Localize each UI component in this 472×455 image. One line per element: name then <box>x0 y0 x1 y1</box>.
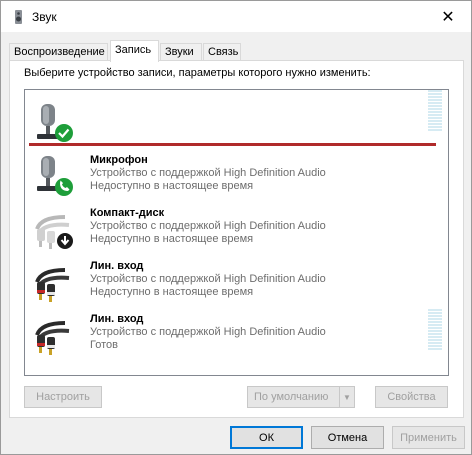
sound-dialog: Звук ✕ Воспроизведение Запись Звуки Связ… <box>0 0 472 455</box>
title-bar: Звук ✕ <box>1 1 471 32</box>
tab-recording[interactable]: Запись <box>110 40 159 62</box>
default-check-icon <box>55 124 73 142</box>
device-description: Устройство с поддержкой High Definition … <box>90 220 326 232</box>
set-default-button[interactable]: По умолчанию ▼ <box>247 386 355 408</box>
microphone-icon <box>37 104 73 142</box>
device-description: Устройство с поддержкой High Definition … <box>90 273 326 285</box>
device-item-microphone[interactable]: Микрофон Устройство с поддержкой High De… <box>25 150 448 203</box>
speaker-icon <box>15 10 22 24</box>
rca-cable-icon <box>35 268 70 302</box>
tab-sounds[interactable]: Звуки <box>160 43 202 61</box>
device-status: Недоступно в настоящее время <box>90 180 254 192</box>
microphone-icon <box>37 156 73 196</box>
close-button[interactable]: ✕ <box>425 1 471 32</box>
communication-phone-icon <box>55 178 73 196</box>
configure-button[interactable]: Настроить <box>24 386 102 408</box>
device-item-line-in-1[interactable]: Лин. вход Устройство с поддержкой High D… <box>25 256 448 309</box>
recording-panel: Выберите устройство записи, параметры ко… <box>9 60 464 418</box>
set-default-label: По умолчанию <box>254 391 329 403</box>
close-icon: ✕ <box>441 8 455 26</box>
cancel-button[interactable]: Отмена <box>311 426 384 449</box>
properties-button[interactable]: Свойства <box>375 386 448 408</box>
level-meter <box>428 309 442 351</box>
chevron-down-icon[interactable]: ▼ <box>339 387 354 407</box>
apply-button[interactable]: Применить <box>392 426 465 449</box>
selection-indicator <box>29 143 436 146</box>
device-list[interactable]: Микрофон Устройство с поддержкой High De… <box>24 89 449 376</box>
device-description: Устройство с поддержкой High Definition … <box>90 167 326 179</box>
device-status: Готов <box>90 339 118 351</box>
rca-cable-icon <box>35 215 73 249</box>
device-name: Микрофон <box>90 154 148 166</box>
tab-playback[interactable]: Воспроизведение <box>9 43 108 61</box>
level-meter <box>428 90 442 132</box>
ok-button[interactable]: ОК <box>230 426 303 449</box>
device-name: Лин. вход <box>90 260 144 272</box>
window-title: Звук <box>32 10 57 24</box>
device-item-cd[interactable]: Компакт-диск Устройство с поддержкой Hig… <box>25 203 448 256</box>
device-status: Недоступно в настоящее время <box>90 233 254 245</box>
rca-cable-icon <box>35 321 70 355</box>
device-name: Компакт-диск <box>90 207 165 219</box>
tab-communications[interactable]: Связь <box>203 43 241 61</box>
device-status: Недоступно в настоящее время <box>90 286 254 298</box>
device-item-line-in-2[interactable]: Лин. вход Устройство с поддержкой High D… <box>25 309 448 362</box>
device-name: Лин. вход <box>90 313 144 325</box>
device-description: Устройство с поддержкой High Definition … <box>90 326 326 338</box>
device-item-default[interactable] <box>25 90 448 151</box>
panel-description: Выберите устройство записи, параметры ко… <box>24 67 371 79</box>
